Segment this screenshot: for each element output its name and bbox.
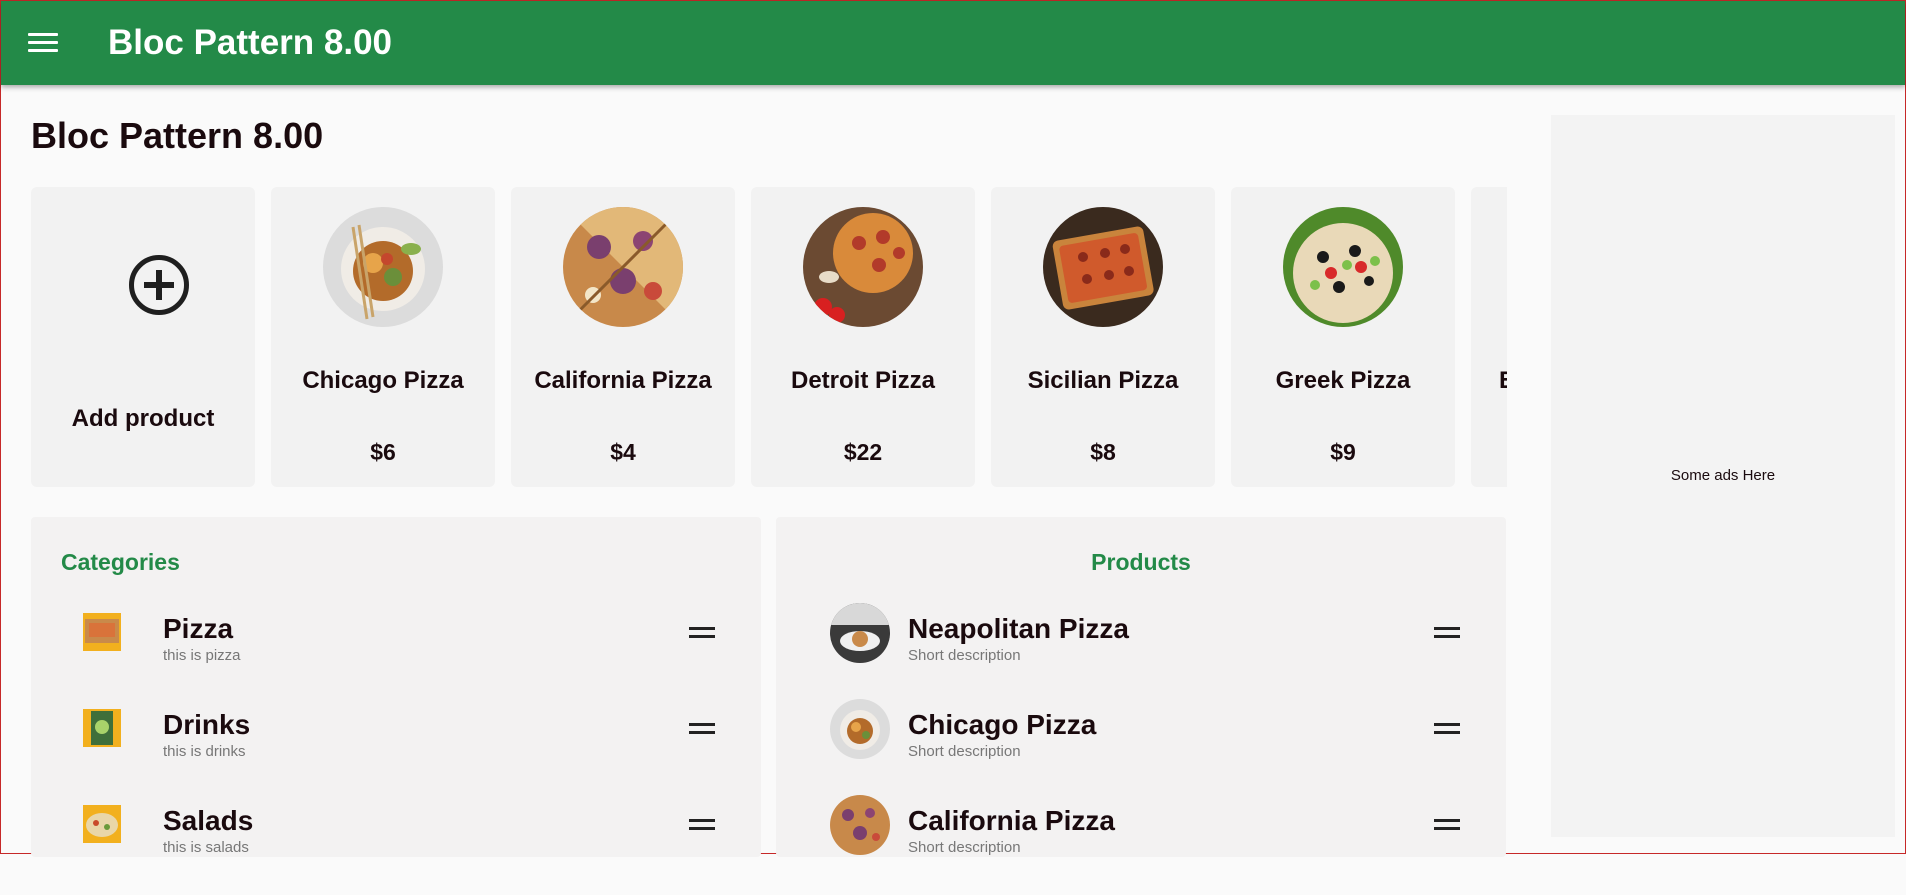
product-price: $4 xyxy=(610,439,636,465)
product-image xyxy=(323,207,443,327)
product-subtitle: Short description xyxy=(908,839,1021,856)
category-image xyxy=(83,709,121,747)
product-image xyxy=(830,699,890,759)
product-image xyxy=(830,603,890,663)
ads-text: Some ads Here xyxy=(1670,467,1776,484)
category-subtitle: this is drinks xyxy=(163,743,246,760)
drag-handle-icon[interactable] xyxy=(689,819,715,831)
product-card[interactable]: Sicilian Pizza $8 xyxy=(991,187,1215,487)
product-image xyxy=(830,795,890,855)
page-title: Bloc Pattern 8.00 xyxy=(31,115,324,156)
product-name: Chicago Pizza xyxy=(302,367,464,394)
drag-handle-icon[interactable] xyxy=(689,723,715,735)
product-name: California Pizza xyxy=(534,367,712,394)
product-subtitle: Short description xyxy=(908,743,1021,760)
drag-handle-icon[interactable] xyxy=(689,627,715,639)
category-row[interactable]: Pizza this is pizza xyxy=(31,613,761,703)
category-title: Drinks xyxy=(163,709,251,740)
drag-handle-icon[interactable] xyxy=(1434,723,1460,735)
product-image xyxy=(1043,207,1163,327)
product-row[interactable]: Chicago Pizza Short description xyxy=(776,699,1506,799)
ads-panel: Some ads Here xyxy=(1551,115,1895,837)
app-bar: Bloc Pattern 8.00 xyxy=(1,1,1905,85)
product-price: $9 xyxy=(1330,439,1356,465)
product-title: Neapolitan Pizza xyxy=(908,613,1129,644)
product-name: Detroit Pizza xyxy=(790,367,936,394)
product-row[interactable]: Neapolitan Pizza Short description xyxy=(776,603,1506,703)
product-card[interactable]: B xyxy=(1471,187,1507,487)
menu-icon[interactable] xyxy=(21,25,65,61)
product-name: B xyxy=(1499,367,1507,395)
add-product-label: Add product xyxy=(71,405,215,432)
product-name: Greek Pizza xyxy=(1275,367,1411,394)
category-row[interactable]: Salads this is salads xyxy=(31,805,761,895)
drag-handle-icon[interactable] xyxy=(1434,627,1460,639)
category-title: Salads xyxy=(163,805,254,836)
category-row[interactable]: Drinks this is drinks xyxy=(31,709,761,799)
product-title: California Pizza xyxy=(908,805,1115,836)
product-image xyxy=(563,207,683,327)
product-image xyxy=(803,207,923,327)
product-price: $8 xyxy=(1090,439,1116,465)
category-image xyxy=(83,805,121,843)
product-card[interactable]: Chicago Pizza $6 xyxy=(271,187,495,487)
product-card[interactable]: Greek Pizza $9 xyxy=(1231,187,1455,487)
category-image xyxy=(83,613,121,651)
product-title: Chicago Pizza xyxy=(908,709,1097,740)
product-card[interactable]: California Pizza $4 xyxy=(511,187,735,487)
categories-title: Categories xyxy=(61,549,180,575)
category-title: Pizza xyxy=(163,613,234,644)
category-subtitle: this is pizza xyxy=(163,647,241,664)
product-name: Sicilian Pizza xyxy=(1027,367,1179,394)
add-circle-icon xyxy=(129,255,189,315)
products-panel: Products Neapolitan Pizza Short descript… xyxy=(776,517,1506,857)
product-image xyxy=(1283,207,1403,327)
app-title: Bloc Pattern 8.00 xyxy=(108,23,392,62)
add-product-card[interactable]: Add product xyxy=(31,187,255,487)
products-title: Products xyxy=(1091,549,1191,575)
product-card[interactable]: Detroit Pizza $22 xyxy=(751,187,975,487)
product-row[interactable]: California Pizza Short description xyxy=(776,795,1506,895)
product-price: $22 xyxy=(843,439,883,465)
drag-handle-icon[interactable] xyxy=(1434,819,1460,831)
product-price: $6 xyxy=(370,439,396,465)
categories-panel: Categories Pizza this is pizza Drinks th… xyxy=(31,517,761,857)
product-carousel[interactable]: Add product Chicago Pizza $6 California … xyxy=(31,187,1507,487)
category-subtitle: this is salads xyxy=(163,839,249,856)
product-subtitle: Short description xyxy=(908,647,1021,664)
